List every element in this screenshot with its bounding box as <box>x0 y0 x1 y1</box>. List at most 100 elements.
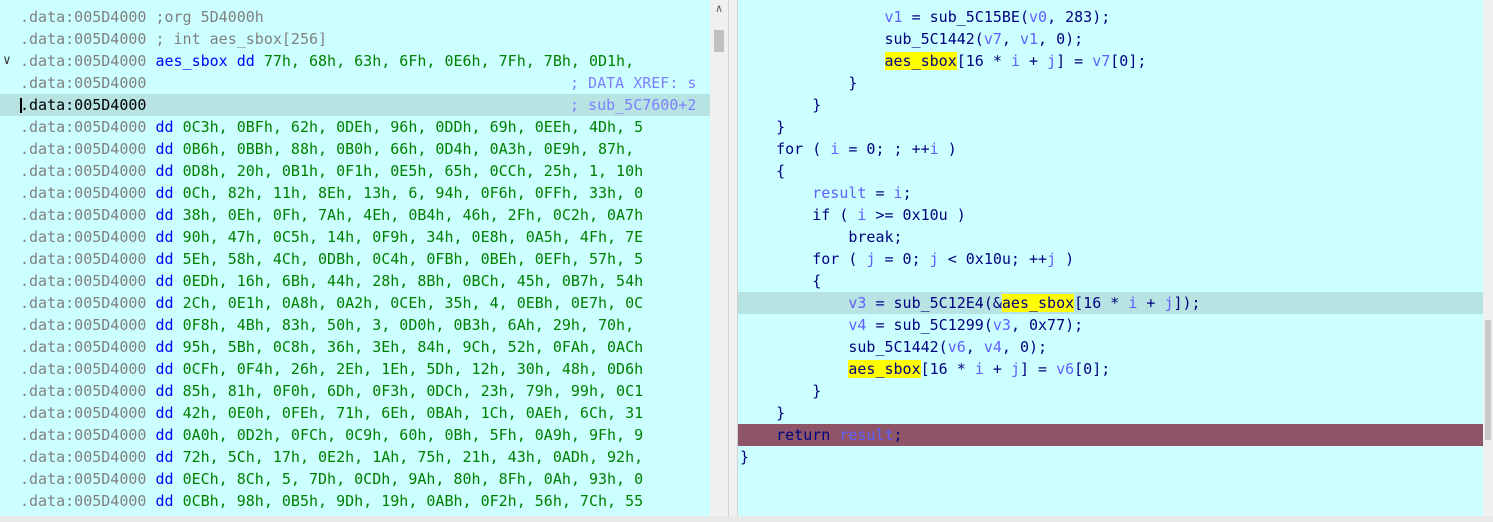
code-line[interactable]: } <box>738 116 1493 138</box>
symbol-name: aes_sbox <box>155 52 228 70</box>
code-line[interactable]: } <box>738 402 1493 424</box>
code-token: , 0); <box>1038 30 1084 48</box>
code-line[interactable]: { <box>738 160 1493 182</box>
listing-row[interactable]: .data:005D4000 dd 72h, 5Ch, 17h, 0E2h, 1… <box>0 446 728 468</box>
code-line[interactable]: } <box>738 72 1493 94</box>
variable-token: j <box>1047 52 1057 70</box>
code-line[interactable]: sub_5C1442(v6, v4, 0); <box>738 336 1493 358</box>
data-values: 0ECh, 8Ch, 5, 7Dh, 0CDh, 9Ah, 80h, 8Fh, … <box>182 470 644 488</box>
variable-token: i <box>1010 52 1020 70</box>
variable-token: result <box>812 184 867 202</box>
disassembly-view[interactable]: .data:005D4000 ;org 5D4000h .data:005D400… <box>0 0 728 522</box>
directive-text: ; int aes_sbox[256] <box>146 30 328 48</box>
horizontal-scrollbar[interactable] <box>0 516 1493 522</box>
pseudocode-scroll-thumb[interactable] <box>1485 320 1491 440</box>
code-line[interactable]: for ( i = 0; ; ++i ) <box>738 138 1493 160</box>
address-label: .data:005D4000 <box>20 382 147 400</box>
dd-keyword: dd <box>155 470 174 488</box>
listing-row[interactable]: .data:005D4000 dd 0ECh, 8Ch, 5, 7Dh, 0CD… <box>0 468 728 490</box>
variable-token: j <box>929 250 939 268</box>
variable-token: i <box>893 184 903 202</box>
listing-row[interactable]: .data:005D4000 dd 0B6h, 0BBh, 88h, 0B0h,… <box>0 138 728 160</box>
code-line[interactable]: v1 = sub_5C15BE(v0, 283); <box>738 6 1493 28</box>
listing-row[interactable]: .data:005D4000 dd 2Ch, 0E1h, 0A8h, 0A2h,… <box>0 292 728 314</box>
listing-row[interactable]: .data:005D4000 ; int aes_sbox[256] <box>0 28 728 50</box>
address-label: .data:005D4000 <box>20 184 147 202</box>
variable-token: v3 <box>992 316 1011 334</box>
pseudocode-lines: v1 = sub_5C15BE(v0, 283); sub_5C1442(v7,… <box>738 6 1493 468</box>
listing-row[interactable]: .data:005D4000 dd 0CFh, 0F4h, 26h, 2Eh, … <box>0 358 728 380</box>
listing-row[interactable]: .data:005D4000 dd 42h, 0E0h, 0FEh, 71h, … <box>0 402 728 424</box>
code-line[interactable]: for ( j = 0; j < 0x10u; ++j ) <box>738 248 1493 270</box>
pseudocode-view[interactable]: v1 = sub_5C15BE(v0, 283); sub_5C1442(v7,… <box>738 0 1493 522</box>
code-line[interactable]: } <box>738 446 1493 468</box>
code-token: = sub_5C12E4(& <box>866 294 1002 312</box>
code-line[interactable]: break; <box>738 226 1493 248</box>
data-values: 0EDh, 16h, 6Bh, 44h, 28h, 8Bh, 0BCh, 45h… <box>182 272 644 290</box>
code-line[interactable]: sub_5C1442(v7, v1, 0); <box>738 28 1493 50</box>
listing-row[interactable]: .data:005D4000 dd 5Eh, 58h, 4Ch, 0DBh, 0… <box>0 248 728 270</box>
dd-keyword: dd <box>155 118 174 136</box>
code-token: } <box>848 74 858 92</box>
address-label: .data:005D4000 <box>20 96 147 114</box>
code-line[interactable]: v4 = sub_5C1299(v3, 0x77); <box>738 314 1493 336</box>
variable-token: i <box>929 140 939 158</box>
code-token: } <box>740 448 750 466</box>
listing-row[interactable]: .data:005D4000 dd 0Ch, 82h, 11h, 8Eh, 13… <box>0 182 728 204</box>
disassembly-scrollbar[interactable]: ∧ <box>710 0 728 522</box>
variable-token: v6 <box>947 338 966 356</box>
code-line[interactable]: aes_sbox[16 * i + j] = v7[0]; <box>738 50 1493 72</box>
listing-row[interactable]: .data:005D4000 dd 0CBh, 98h, 0B5h, 9Dh, … <box>0 490 728 512</box>
fold-chevron-icon[interactable]: ∨ <box>3 50 11 72</box>
listing-row[interactable]: .data:005D4000 dd 0D8h, 20h, 0B1h, 0F1h,… <box>0 160 728 182</box>
data-values: 77h, 68h, 63h, 6Fh, 0E6h, 7Fh, 7Bh, 0D1h… <box>263 52 635 70</box>
listing-row[interactable]: ∨ .data:005D4000 aes_sbox dd 77h, 68h, 63… <box>0 50 728 72</box>
code-line[interactable]: result = i; <box>738 182 1493 204</box>
code-token: return <box>776 426 840 444</box>
data-values: 95h, 5Bh, 0C8h, 36h, 3Eh, 84h, 9Ch, 52h,… <box>182 338 644 356</box>
address-label: .data:005D4000 <box>20 448 147 466</box>
pseudocode-scrollbar[interactable] <box>1483 0 1493 522</box>
listing-row[interactable]: .data:005D4000 dd 0A0h, 0D2h, 0FCh, 0C9h… <box>0 424 728 446</box>
address-label: .data:005D4000 <box>20 272 147 290</box>
code-token: { <box>776 162 786 180</box>
code-line[interactable]: } <box>738 94 1493 116</box>
listing-row[interactable]: .data:005D4000 ; DATA XREF: s <box>0 72 728 94</box>
scroll-up-icon[interactable]: ∧ <box>710 0 728 18</box>
listing-row[interactable]: .data:005D4000 dd 38h, 0Eh, 0Fh, 7Ah, 4E… <box>0 204 728 226</box>
code-token: , <box>965 338 984 356</box>
code-line[interactable]: v3 = sub_5C12E4(&aes_sbox[16 * i + j]); <box>738 292 1493 314</box>
code-line[interactable]: if ( i >= 0x10u ) <box>738 204 1493 226</box>
listing-row[interactable]: .data:005D4000 dd 0F8h, 4Bh, 83h, 50h, 3… <box>0 314 728 336</box>
code-line[interactable]: aes_sbox[16 * i + j] = v6[0]; <box>738 358 1493 380</box>
pane-divider[interactable] <box>728 0 738 522</box>
listing-row[interactable]: .data:005D4000 ; sub_5C7600+2 <box>0 94 728 116</box>
dd-keyword: dd <box>155 338 174 356</box>
listing-row[interactable]: .data:005D4000 dd 0EDh, 16h, 6Bh, 44h, 2… <box>0 270 728 292</box>
listing-row[interactable]: .data:005D4000 dd 85h, 81h, 0F0h, 6Dh, 0… <box>0 380 728 402</box>
code-line[interactable]: { <box>738 270 1493 292</box>
listing-row[interactable]: .data:005D4000 dd 95h, 5Bh, 0C8h, 36h, 3… <box>0 336 728 358</box>
code-line[interactable]: return result; <box>738 424 1493 446</box>
listing-row[interactable]: .data:005D4000 ;org 5D4000h <box>0 6 728 28</box>
data-values: 0CBh, 98h, 0B5h, 9Dh, 19h, 0ABh, 0F2h, 5… <box>182 492 644 510</box>
code-token: ) <box>1056 250 1075 268</box>
data-values: 42h, 0E0h, 0FEh, 71h, 6Eh, 0BAh, 1Ch, 0A… <box>182 404 644 422</box>
code-line[interactable]: } <box>738 380 1493 402</box>
listing-row[interactable]: .data:005D4000 dd 0C3h, 0BFh, 62h, 0DEh,… <box>0 116 728 138</box>
address-label: .data:005D4000 <box>20 30 147 48</box>
listing-row[interactable]: .data:005D4000 dd 90h, 47h, 0C5h, 14h, 0… <box>0 226 728 248</box>
scroll-thumb[interactable] <box>714 30 724 52</box>
